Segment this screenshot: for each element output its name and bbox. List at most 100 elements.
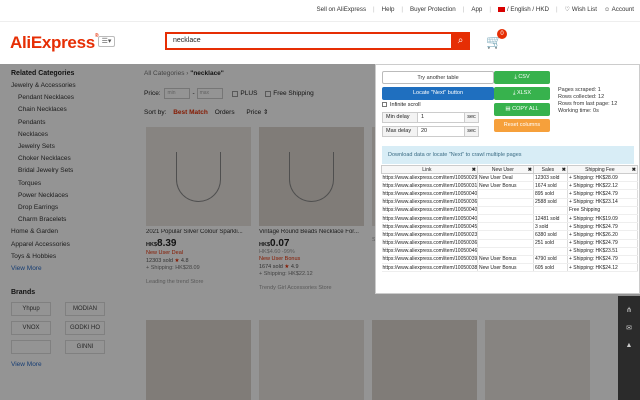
xlsx-button[interactable]: ⤓ XLSX	[494, 87, 550, 100]
table-row: https://www.aliexpress.com/item/10050040…	[381, 189, 638, 199]
table-row: https://www.aliexpress.com/item/10050040…	[381, 214, 638, 224]
table-cell: New User Bonus	[477, 255, 534, 265]
right-toolbar: ⋔ ✉ ▲	[618, 296, 640, 400]
infinite-scroll-toggle[interactable]: Infinite scroll	[382, 102, 421, 108]
table-cell: https://www.aliexpress.com/item/10050029…	[381, 173, 478, 183]
table-cell: https://www.aliexpress.com/item/10050046…	[381, 247, 478, 256]
column-header[interactable]: Sales ✖	[533, 165, 568, 174]
column-header-label: New User	[491, 166, 514, 173]
column-header[interactable]: Shipping Fee ✖	[567, 165, 638, 174]
column-header[interactable]: New User ✖	[477, 165, 534, 174]
info-message: Download data or locate "Next" to crawl …	[382, 146, 634, 164]
category-menu-button[interactable]: ☰▾	[98, 36, 115, 47]
chat-icon[interactable]: ✉	[618, 324, 640, 332]
table-cell: 6380 sold	[533, 230, 568, 240]
sell-link[interactable]: Sell on AliExpress	[317, 6, 367, 13]
table-cell: + Shipping: HK$23.51	[567, 247, 638, 256]
table-row: https://www.aliexpress.com/item/10050036…	[381, 198, 638, 207]
try-another-table-button[interactable]: Try another table	[382, 71, 494, 84]
min-delay-field: Min delay 1 sec	[382, 112, 479, 123]
table-cell: New User Bonus	[477, 263, 534, 273]
table-cell: + Shipping: HK$24.12	[567, 263, 638, 273]
table-row: https://www.aliexpress.com/item/10050040…	[381, 206, 638, 215]
table-cell: + Shipping: HK$26.20	[567, 230, 638, 240]
table-row: https://www.aliexpress.com/item/10050039…	[381, 255, 638, 265]
locate-next-button[interactable]: Locate "Next" button	[382, 87, 494, 100]
wish-list-label: Wish List	[571, 6, 597, 13]
search-value: necklace	[173, 37, 201, 44]
table-cell: + Shipping: HK$28.09	[567, 173, 638, 183]
table-cell: New User Bonus	[477, 181, 534, 191]
stat-line: Pages scraped: 1	[558, 87, 601, 93]
share-icon[interactable]: ⋔	[618, 306, 640, 314]
table-cell: + Shipping: HK$23.14	[567, 198, 638, 207]
table-cell: + Shipping: HK$24.79	[567, 189, 638, 199]
max-delay-input[interactable]: 20	[418, 126, 465, 137]
table-cell: https://www.aliexpress.com/item/10050045…	[381, 222, 478, 232]
remove-column-icon[interactable]: ✖	[528, 167, 532, 173]
table-cell: + Shipping: HK$24.79	[567, 239, 638, 248]
min-delay-label: Min delay	[382, 112, 418, 123]
top-bar: Sell on AliExpress | Help | Buyer Protecti…	[0, 0, 640, 22]
table-cell: https://www.aliexpress.com/item/10050040…	[381, 206, 478, 215]
table-cell: 3 sold	[533, 222, 568, 232]
max-delay-label: Max delay	[382, 126, 418, 137]
aliexpress-logo[interactable]: AliExpress®	[10, 33, 99, 53]
remove-column-icon[interactable]: ✖	[632, 167, 636, 173]
table-cell: Free Shipping	[567, 206, 638, 215]
xlsx-label: XLSX	[516, 90, 532, 96]
flag-icon	[497, 6, 505, 12]
account-label: Account	[611, 6, 634, 13]
table-row: https://www.aliexpress.com/item/10050038…	[381, 263, 638, 273]
table-cell	[533, 206, 568, 215]
account-link[interactable]: ☺ Account	[604, 6, 634, 13]
copy-all-label: COPY ALL	[512, 106, 539, 112]
min-delay-unit: sec	[465, 112, 479, 123]
max-delay-field: Max delay 20 sec	[382, 126, 479, 137]
csv-label: CSV	[518, 74, 530, 80]
table-cell: 895 sold	[533, 189, 568, 199]
table-cell	[477, 214, 534, 224]
table-row: https://www.aliexpress.com/item/10050023…	[381, 230, 638, 240]
copy-all-button[interactable]: ▤ COPY ALL	[494, 103, 550, 116]
stat-line: Working time: 0s	[558, 108, 599, 114]
table-cell: 4790 sold	[533, 255, 568, 265]
buyer-protection-link[interactable]: Buyer Protection	[410, 6, 456, 13]
table-cell	[477, 222, 534, 232]
scraper-panel: Try another table Locate "Next" button ⤓…	[375, 64, 640, 294]
table-row: https://www.aliexpress.com/item/10050045…	[381, 222, 638, 232]
table-cell: + Shipping: HK$24.79	[567, 222, 638, 232]
table-cell: New User Deal	[477, 173, 534, 183]
remove-column-icon[interactable]: ✖	[472, 167, 476, 173]
column-header-label: Link	[422, 166, 432, 173]
table-body: https://www.aliexpress.com/item/10050029…	[381, 173, 638, 273]
table-cell: 605 sold	[533, 263, 568, 273]
table-cell: 12303 sold	[533, 173, 568, 183]
language-selector[interactable]: / English / HKD	[497, 6, 549, 13]
scroll-top-icon[interactable]: ▲	[618, 342, 640, 349]
table-row: https://www.aliexpress.com/item/10050036…	[381, 239, 638, 248]
cart-count-badge: 0	[497, 29, 507, 39]
logo-text: AliExpress	[10, 33, 95, 52]
table-header-row: Link ✖ New User ✖ Sales ✖ Shipping Fee ✖	[381, 165, 638, 174]
infinite-scroll-checkbox[interactable]	[382, 102, 387, 108]
column-header[interactable]: Link ✖	[381, 165, 478, 174]
wish-list-link[interactable]: ♡ Wish List	[565, 6, 597, 13]
table-cell: 251 sold	[533, 239, 568, 248]
search-input[interactable]: necklace	[165, 32, 453, 50]
stat-line: Rows from last page: 12	[558, 101, 618, 107]
table-cell	[477, 206, 534, 215]
reset-columns-button[interactable]: Reset columns	[494, 119, 550, 132]
csv-button[interactable]: ⤓ CSV	[494, 71, 550, 84]
app-link[interactable]: App	[471, 6, 482, 13]
table-cell	[477, 239, 534, 248]
table-cell: + Shipping: HK$24.79	[567, 255, 638, 265]
min-delay-input[interactable]: 1	[418, 112, 465, 123]
search-button[interactable]: ⌕	[451, 32, 470, 50]
remove-column-icon[interactable]: ✖	[562, 167, 566, 173]
help-link[interactable]: Help	[382, 6, 395, 13]
scraped-data-table: Link ✖ New User ✖ Sales ✖ Shipping Fee ✖ https:…	[381, 165, 638, 273]
table-cell: https://www.aliexpress.com/item/10050036…	[381, 198, 478, 207]
table-cell	[477, 198, 534, 207]
cart-icon[interactable]: 🛒 0	[486, 29, 507, 50]
